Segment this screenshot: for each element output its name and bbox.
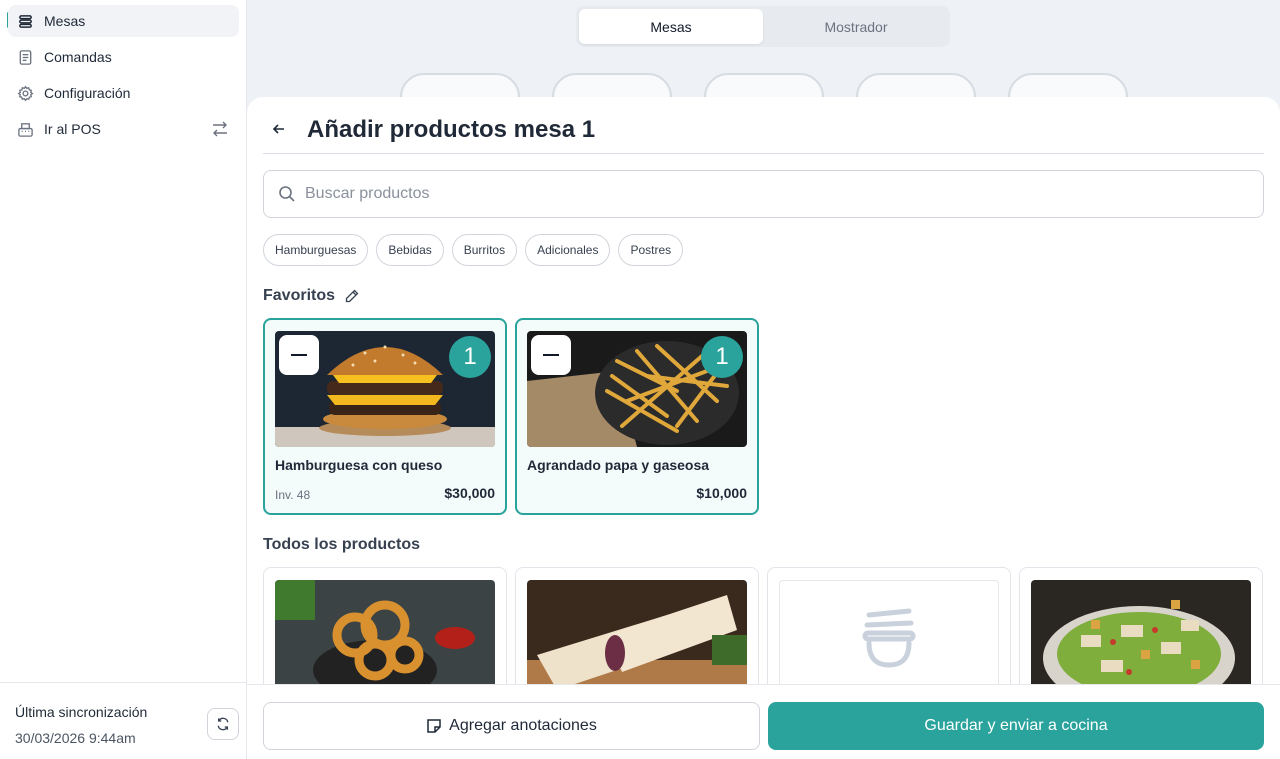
refresh-icon (217, 717, 229, 731)
placeholder-image (779, 580, 999, 698)
category-chip[interactable]: Bebidas (376, 234, 444, 266)
add-notes-label: Agregar anotaciones (449, 717, 597, 734)
save-and-send-label: Guardar y enviar a cocina (924, 717, 1108, 734)
pencil-icon[interactable] (345, 289, 359, 303)
all-products-title: Todos los productos (263, 536, 421, 553)
sync-button[interactable] (207, 708, 239, 740)
favorites-title: Favoritos (263, 287, 336, 304)
onion-rings-image (275, 580, 495, 698)
sidebar-item-ir-al-pos[interactable]: Ir al POS (8, 113, 239, 145)
save-and-send-button[interactable]: Guardar y enviar a cocina (768, 702, 1264, 750)
receipt-icon (16, 48, 34, 66)
decrease-quantity-button[interactable] (531, 335, 571, 375)
note-icon (427, 719, 441, 733)
quantity-badge: 1 (449, 336, 491, 378)
sidebar-item-comandas[interactable]: Comandas (8, 41, 239, 73)
sidebar-item-label: Configuración (44, 85, 131, 101)
category-chip[interactable]: Adicionales (525, 234, 611, 266)
page-title: Añadir productos mesa 1 (307, 116, 596, 143)
product-price: $30,000 (444, 485, 495, 501)
sync-label: Última sincronización (15, 704, 148, 720)
bowl-icon (862, 608, 916, 668)
search-box (263, 170, 1264, 218)
sidebar-item-label: Comandas (44, 49, 112, 65)
category-chip[interactable]: Burritos (451, 234, 518, 266)
favorites-header: Favoritos (263, 287, 359, 305)
register-icon (16, 120, 34, 138)
decrease-quantity-button[interactable] (279, 335, 319, 375)
minus-icon (291, 354, 307, 356)
favorite-product-card[interactable]: 1 Agrandado papa y gaseosa $10,000 (515, 318, 759, 515)
swap-arrows-icon (213, 121, 227, 137)
category-chip[interactable]: Postres (618, 234, 684, 266)
sidebar-item-label: Mesas (44, 13, 86, 29)
stack-icon (16, 12, 34, 30)
sync-date: 30/03/2026 9:44am (15, 730, 136, 746)
product-price: $10,000 (696, 485, 747, 501)
add-notes-button[interactable]: Agregar anotaciones (263, 702, 760, 750)
favorite-product-card[interactable]: 1 Hamburguesa con queso Inv. 48 $30,000 (263, 318, 507, 515)
search-icon (279, 186, 295, 202)
category-chip[interactable]: Hamburguesas (263, 234, 369, 266)
add-products-panel: Añadir productos mesa 1 Hamburguesas Beb… (247, 97, 1280, 759)
divider (263, 153, 1264, 154)
salad-image (1031, 580, 1251, 698)
minus-icon (543, 354, 559, 356)
action-bar: Agregar anotaciones Guardar y enviar a c… (247, 684, 1280, 759)
sidebar-item-configuracion[interactable]: Configuración (8, 77, 239, 109)
view-tabs: Mesas Mostrador (576, 6, 950, 47)
gear-icon (16, 84, 34, 102)
back-arrow-icon[interactable] (271, 121, 287, 137)
sidebar-item-mesas[interactable]: Mesas (8, 5, 239, 37)
burrito-image (527, 580, 747, 698)
search-input[interactable] (305, 185, 1205, 203)
sync-section: Última sincronización 30/03/2026 9:44am (0, 682, 246, 759)
tab-mesas[interactable]: Mesas (579, 9, 763, 44)
sidebar: Mesas Comandas Configuración Ir al POS Ú… (0, 0, 247, 759)
tab-mostrador[interactable]: Mostrador (764, 9, 948, 44)
product-name: Agrandado papa y gaseosa (527, 457, 710, 473)
inventory-count: Inv. 48 (275, 488, 311, 502)
category-chips: Hamburguesas Bebidas Burritos Adicionale… (263, 234, 684, 266)
product-name: Hamburguesa con queso (275, 457, 443, 473)
sidebar-item-label: Ir al POS (44, 121, 101, 137)
quantity-badge: 1 (701, 336, 743, 378)
